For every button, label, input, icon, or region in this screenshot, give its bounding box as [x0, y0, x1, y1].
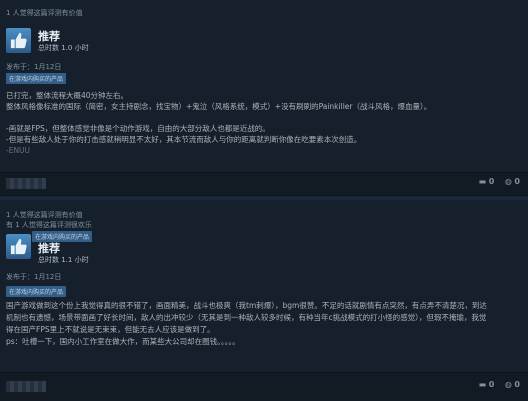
recommendation-label: 推荐 — [38, 30, 60, 43]
review-footer: ▬ 0 ◍ 0 — [0, 172, 528, 195]
review-footer: ▬ 0 ◍ 0 — [0, 372, 528, 401]
helpful-count: 1 人觉得这篇评测有价值 — [6, 9, 83, 17]
posted-date: 发布于：1月12日 — [6, 63, 62, 71]
footer-actions: ▬ 0 ◍ 0 — [471, 177, 520, 186]
comment-count: 0 — [488, 380, 495, 389]
avatar[interactable] — [6, 381, 46, 392]
chat-icon[interactable]: ◍ 0 — [505, 177, 520, 186]
review-paragraph: ps：吐槽一下，国内小工作室在做大作，而某些大公司却在圈钱。。。。。 — [6, 337, 240, 346]
review-paragraph: 机制也有遗憾，场景带面画了好长时间，敌人的出冲较少（无其是到一种敌人较多时候，有… — [6, 313, 487, 322]
review-paragraph: -ENUU — [6, 146, 31, 155]
recommendation-label: 推荐 — [38, 242, 60, 255]
comment-count: 0 — [488, 177, 495, 186]
review-body: 国产游戏做到这个份上我觉得真的很不错了，画面精美，战斗也极爽（我tm刺爆），bg… — [6, 300, 518, 348]
review-paragraph: -画就是FPS，但整体感觉非像是个动作游戏，自由的大部分敌人也都是近战的。 — [6, 124, 270, 133]
review-paragraph: 国产游戏做到这个份上我觉得真的很不错了，画面精美，战斗也极爽（我tm刺爆），bg… — [6, 301, 487, 310]
chat-count: 0 — [514, 177, 520, 186]
product-badge: 在游戏内购买的产品 — [6, 286, 67, 297]
review-paragraph: -但是有些敌人处于你的打击感就稍明显不太好，其本节流而敌人与你的距离就判断你像在… — [6, 135, 362, 144]
funny-count: 有 1 人觉得这篇评测很欢乐 — [6, 221, 92, 229]
thumbs-up-icon — [6, 234, 31, 259]
comment-icon[interactable]: ▬ 0 — [479, 380, 495, 389]
chat-count: 0 — [514, 380, 520, 389]
review-paragraph — [6, 112, 518, 123]
review-body: 已打完，整体流程大概40分钟左右。 整体风格像标准的国际（简密，女主持剧念，找宝… — [6, 90, 518, 156]
review-paragraph: 得在国产FPS里上不就说是无束束，但能无去人应该是做到了。 — [6, 325, 215, 334]
playtime-hours: 总时数 1.0 小时 — [38, 44, 89, 52]
product-badge: 在游戏内购买的产品 — [6, 73, 67, 84]
avatar[interactable] — [6, 178, 46, 189]
thumbs-up-icon — [6, 28, 31, 53]
review-paragraph: 整体风格像标准的国际（简密，女主持剧念，找宝物）+鬼泣（风格系统，模式）+没有刷… — [6, 102, 432, 111]
review-card: 1 人觉得这篇评测有价值 推荐 总时数 1.0 小时 发布于：1月12日 在游戏… — [0, 0, 528, 196]
playtime-hours: 总时数 1.1 小时 — [38, 256, 89, 264]
review-paragraph: 已打完，整体流程大概40分钟左右。 — [6, 91, 129, 100]
helpful-count: 1 人觉得这篇评测有价值 — [6, 211, 83, 219]
comment-icon[interactable]: ▬ 0 — [479, 177, 495, 186]
posted-date: 发布于：1月12日 — [6, 273, 62, 281]
chat-icon[interactable]: ◍ 0 — [505, 380, 520, 389]
review-card: 1 人觉得这篇评测有价值 有 1 人觉得这篇评测很欢乐 在游戏内购买的产品 推荐… — [0, 200, 528, 401]
footer-actions: ▬ 0 ◍ 0 — [471, 380, 520, 389]
